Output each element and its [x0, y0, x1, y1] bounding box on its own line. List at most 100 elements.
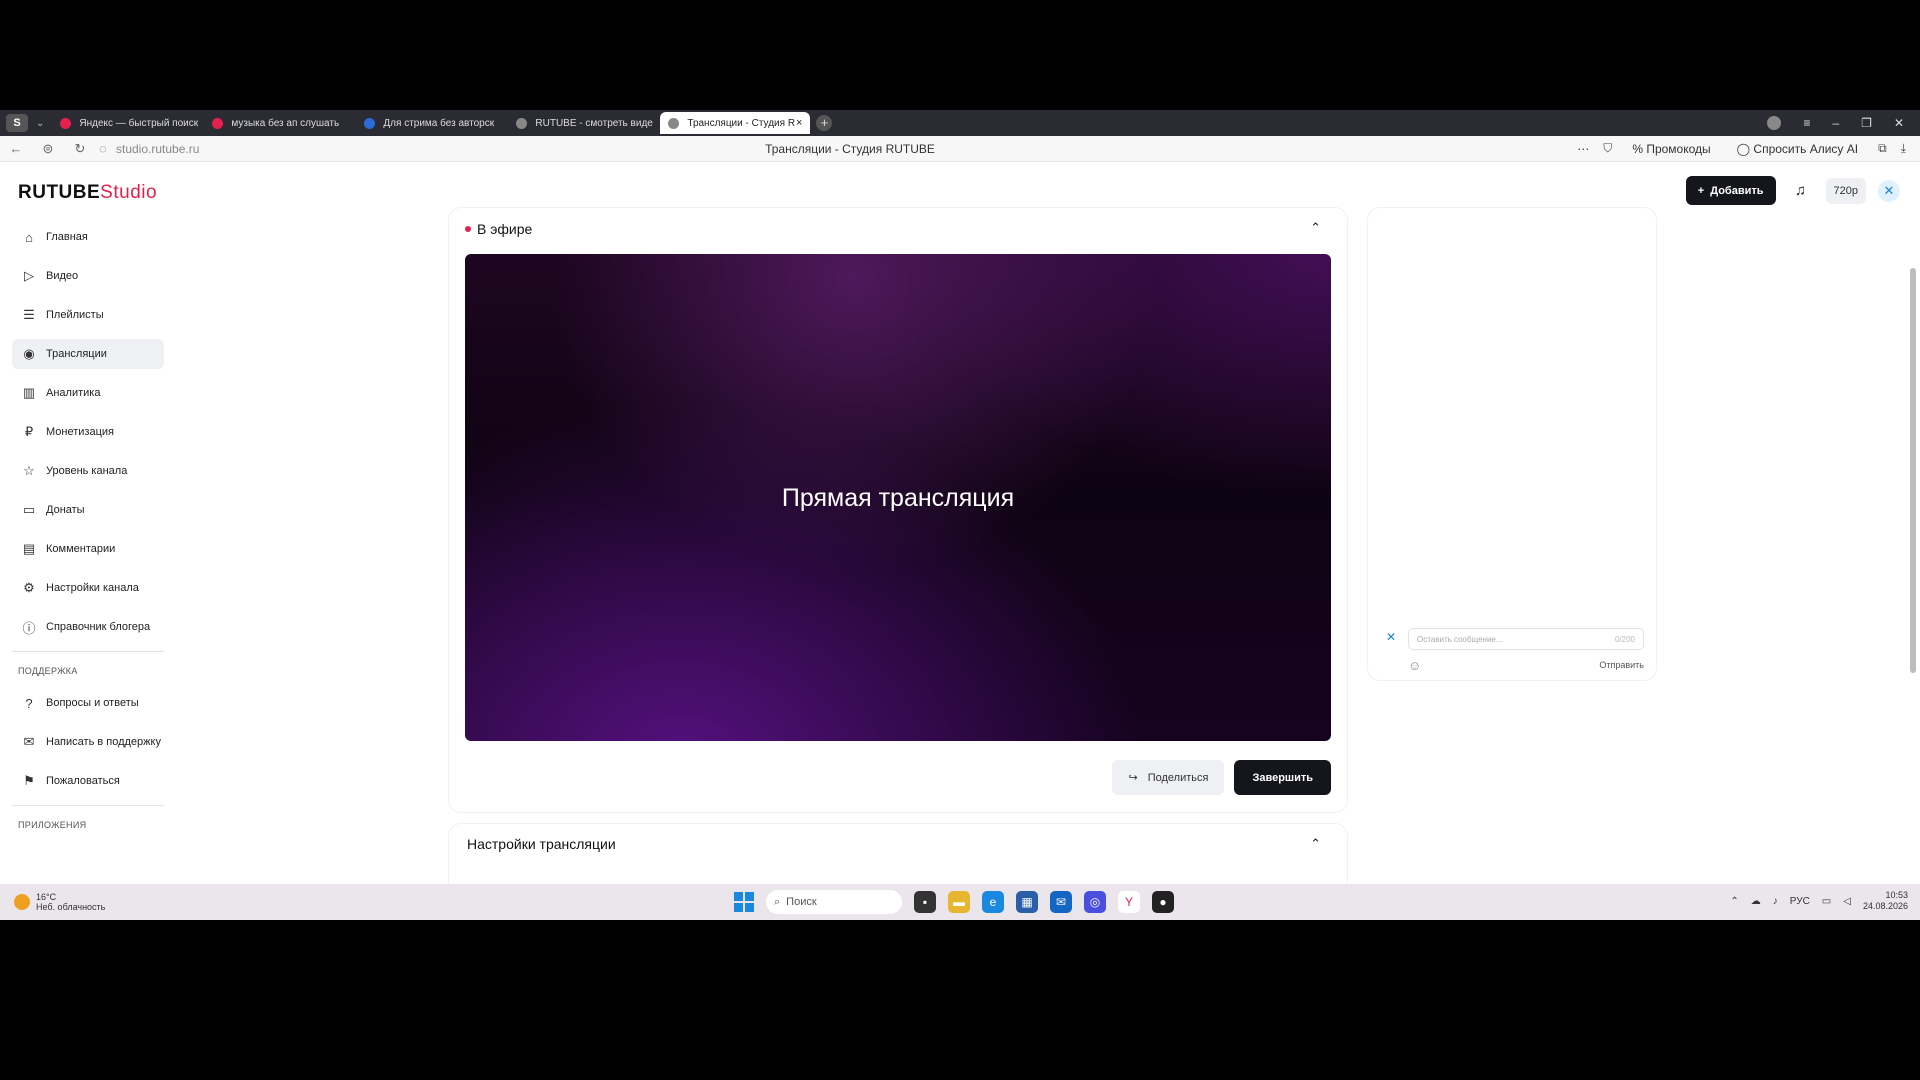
share-button[interactable]: ↪ Поделиться	[1112, 760, 1225, 795]
chat-placeholder: Оставить сообщение...	[1417, 635, 1503, 644]
chevron-up-icon[interactable]: ⌃	[1310, 836, 1321, 852]
more-icon[interactable]: ⋯	[1577, 142, 1589, 156]
browser-tab[interactable]: Яндекс — быстрый поиск	[52, 112, 202, 134]
microphone-icon[interactable]: ♪	[1773, 896, 1778, 907]
close-tab-icon[interactable]: ×	[796, 117, 802, 129]
taskbar-search[interactable]: ⌕ Поиск	[766, 890, 902, 914]
sidebar-item-label: Аналитика	[46, 387, 101, 399]
new-tab-button[interactable]: +	[816, 115, 833, 131]
chat-avatar-icon: ✕	[1386, 630, 1397, 644]
network-icon[interactable]: ▭	[1822, 896, 1831, 907]
bell-icon[interactable]: ♫	[1788, 182, 1814, 199]
screen: S ⌄ Яндекс — быстрый поиск музыка без ап…	[0, 110, 1920, 920]
store-icon[interactable]: ▦	[1016, 891, 1038, 913]
sidebar-item-analytics[interactable]: ▥ Аналитика	[12, 378, 164, 408]
promo-button[interactable]: % Промокоды	[1626, 139, 1716, 159]
sidebar-item-label: Пожаловаться	[46, 775, 120, 787]
browser-tab[interactable]: музыка без ап слушать	[204, 112, 354, 134]
apps-heading: ПРИЛОЖЕНИЯ	[18, 820, 87, 830]
end-stream-button[interactable]: Завершить	[1234, 760, 1331, 795]
sidebar-item-label: Вопросы и ответы	[46, 697, 139, 709]
bookmark-icon[interactable]: ⛉	[1603, 141, 1612, 156]
home-icon: ⌂	[25, 229, 33, 245]
browser-menu-button[interactable]: S	[6, 114, 28, 132]
sidebar-item-faq[interactable]: ? Вопросы и ответы	[12, 688, 164, 718]
taskbar-search-label: Поиск	[786, 896, 817, 908]
add-button-label: Добавить	[1710, 184, 1764, 197]
yandex-browser-icon[interactable]: Y	[1118, 891, 1140, 913]
minimize-icon[interactable]: –	[1832, 116, 1839, 130]
profile-avatar-icon[interactable]	[1767, 116, 1782, 130]
sidebar-item-contact-support[interactable]: ✉ Написать в поддержку	[12, 727, 164, 757]
language-indicator[interactable]: РУС	[1790, 896, 1810, 907]
file-explorer-icon[interactable]: ▬	[948, 891, 970, 913]
sidebar-item-label: Донаты	[46, 504, 85, 516]
windows-start-icon[interactable]	[734, 892, 754, 912]
emoji-icon[interactable]: ☺	[1408, 658, 1421, 673]
search-icon: ⌕	[774, 895, 781, 908]
avatar[interactable]: ✕	[1878, 179, 1900, 202]
tab-label: Трансляции - Студия R	[687, 117, 796, 129]
add-button[interactable]: + Добавить	[1685, 176, 1776, 205]
sidebar-item-blogger-guide[interactable]: ⓘ Справочник блогера	[12, 612, 164, 642]
yandex-icon	[60, 117, 72, 129]
chevron-up-icon[interactable]: ⌃	[1310, 220, 1321, 236]
stream-settings-title: Настройки трансляции	[467, 836, 616, 852]
edge-icon[interactable]: e	[982, 891, 1004, 913]
sidebar-item-video[interactable]: ▷ Видео	[12, 261, 164, 291]
task-view-icon[interactable]: ▪	[914, 891, 936, 913]
sidebar-item-home[interactable]: ⌂ Главная	[12, 222, 164, 252]
sidebar-item-streams[interactable]: ◉ Трансляции	[12, 339, 164, 369]
live-dot	[465, 226, 471, 232]
sidebar-item-channel-settings[interactable]: ⚙ Настройки канала	[12, 573, 164, 603]
sidebar-item-report[interactable]: ⚑ Пожаловаться	[12, 766, 164, 796]
live-stream-card: В эфире ⌃ Прямая трансляция ↪ Поделиться …	[449, 208, 1347, 812]
clock[interactable]: 10:53 24.08.2026	[1863, 890, 1908, 912]
restore-icon[interactable]: ❐	[1861, 116, 1872, 130]
share-icon: ↪	[1128, 772, 1138, 784]
app-icon[interactable]: ◎	[1084, 891, 1106, 913]
rutube-studio-logo[interactable]: RUTUBEStudio	[18, 182, 157, 204]
chat-panel: ✕ Оставить сообщение... 0/200 ☺ Отправить	[1368, 208, 1656, 680]
clock-time: 10:53	[1885, 890, 1908, 900]
studio-app: RUTUBEStudio + Добавить ♫ 720p ✕ ⌂ Главная…	[0, 162, 1920, 904]
info-icon: ⓘ	[22, 620, 36, 636]
chevron-down-icon[interactable]: ⌄	[36, 118, 44, 129]
browser-tab[interactable]: Для стрима без авторск	[356, 112, 506, 134]
music-app-icon[interactable]: ●	[1152, 891, 1174, 913]
collections-icon[interactable]: ⧉	[1878, 141, 1887, 156]
tab-label: Яндекс — быстрый поиск	[79, 117, 199, 129]
browser-tab-active[interactable]: Трансляции - Студия R ×	[660, 112, 811, 134]
sidebar-item-channel-level[interactable]: ☆ Уровень канала	[12, 456, 164, 486]
quality-badge[interactable]: 720p	[1825, 177, 1866, 204]
stream-player[interactable]: Прямая трансляция	[465, 254, 1331, 741]
analytics-icon: ▥	[22, 385, 36, 400]
browser-tab[interactable]: RUTUBE - смотреть виде	[508, 112, 658, 134]
scrollbar-thumb[interactable]	[1910, 268, 1916, 673]
video-icon: ▷	[24, 268, 34, 283]
sidebar-item-comments[interactable]: ▤ Комментарии	[12, 534, 164, 564]
close-window-icon[interactable]: ✕	[1894, 116, 1904, 130]
weather-widget[interactable]: 16°C Неб. облачность	[14, 892, 105, 912]
tab-label: Для стрима без авторск	[383, 117, 495, 129]
sidebar-item-donations[interactable]: ▭ Донаты	[12, 495, 164, 525]
sidebar-item-playlists[interactable]: ☰ Плейлисты	[12, 300, 164, 330]
volume-icon[interactable]: ◁	[1843, 896, 1851, 907]
menu-icon[interactable]: ≡	[1803, 116, 1810, 130]
download-icon[interactable]: ⤓	[1901, 141, 1906, 156]
cloud-icon[interactable]: ☁	[1751, 896, 1761, 907]
outlook-icon[interactable]: ✉	[1050, 891, 1072, 913]
sidebar-item-monetization[interactable]: ₽ Монетизация	[12, 417, 164, 447]
chevron-up-icon[interactable]: ⌃	[1730, 896, 1738, 907]
page-scrollbar[interactable]	[1910, 168, 1916, 888]
flag-icon: ⚑	[23, 773, 35, 788]
browser-tab-strip: S ⌄ Яндекс — быстрый поиск музыка без ап…	[0, 110, 1920, 136]
ask-alice-label: Спросить Алису AI	[1753, 141, 1859, 156]
chat-send-button[interactable]: Отправить	[1599, 660, 1644, 670]
chat-message-input[interactable]: Оставить сообщение... 0/200	[1408, 628, 1644, 650]
sidebar-item-label: Главная	[46, 231, 88, 243]
promo-label: Промокоды	[1646, 141, 1711, 156]
weather-icon	[14, 894, 30, 910]
ask-alice-button[interactable]: ◯ Спросить Алису AI	[1731, 139, 1864, 159]
ruble-icon: ₽	[24, 424, 34, 439]
